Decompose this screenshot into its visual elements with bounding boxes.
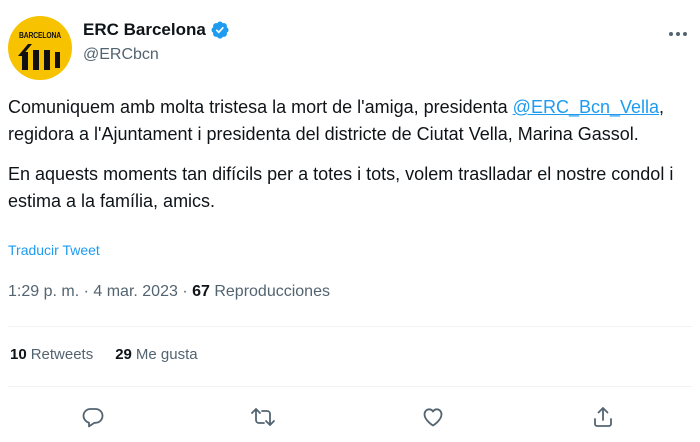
tweet-text: Comuniquem amb molta tristesa la mort de… [8,94,688,215]
tweet-paragraph-1: Comuniquem amb molta tristesa la mort de… [8,94,688,148]
retweets-label: Retweets [30,346,94,363]
verified-badge-icon [211,21,229,39]
tweet-card: BARCELONA ERC Barcelona @ERCbcn Comuniqu… [0,0,700,442]
more-icon [669,32,687,36]
account-name-block: ERC Barcelona @ERCbcn [83,18,230,64]
avatar[interactable]: BARCELONA [8,16,72,80]
tweet-actions [0,400,700,434]
tweet-paragraph-2: En aquests moments tan difícils per a to… [8,164,674,211]
display-name-row: ERC Barcelona [83,18,230,42]
likes-count: 29 [115,346,132,363]
like-button[interactable] [420,404,446,430]
tweet-meta: 1:29 p. m. · 4 mar. 2023 · 67 Reproducci… [8,283,330,301]
erc-logo-icon [18,44,60,70]
tweet-header: BARCELONA ERC Barcelona @ERCbcn [8,12,692,80]
retweets-count: 10 [10,346,27,363]
display-name[interactable]: ERC Barcelona [83,20,206,40]
tweet-time[interactable]: 1:29 p. m. [8,283,79,301]
views-count: 67 [192,283,210,300]
avatar-logo-text: BARCELONA [19,31,61,40]
retweet-icon [251,408,275,426]
tweet-text-part: Comuniquem amb molta tristesa la mort de… [8,97,513,117]
reply-icon [82,408,104,428]
heart-icon [423,408,443,427]
divider [8,326,692,327]
account-handle[interactable]: @ERCbcn [83,46,230,64]
tweet-stats: 10 Retweets 29 Me gusta [10,346,198,363]
likes-stat[interactable]: 29 Me gusta [115,346,197,363]
more-button[interactable] [666,24,690,44]
mention-link[interactable]: @ERC_Bcn_Vella [513,97,659,117]
meta-separator: · [79,283,94,300]
translate-tweet-link[interactable]: Traducir Tweet [8,242,100,258]
retweets-stat[interactable]: 10 Retweets [10,346,93,363]
likes-label: Me gusta [135,346,198,363]
views-label: Reproducciones [209,283,330,300]
reply-button[interactable] [80,404,106,430]
retweet-button[interactable] [250,404,276,430]
meta-separator: · [177,283,193,300]
share-icon [594,407,612,427]
divider [8,386,692,387]
share-button[interactable] [590,404,616,430]
tweet-date[interactable]: 4 mar. 2023 [93,283,178,301]
